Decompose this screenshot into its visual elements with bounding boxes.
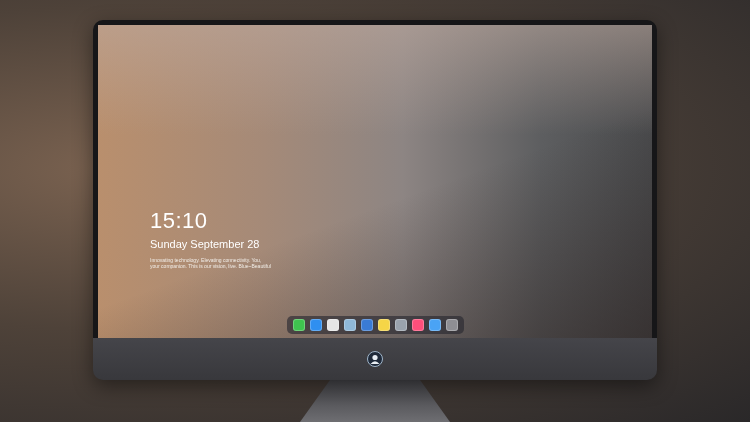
brand-logo-icon [367, 351, 383, 367]
app-icon[interactable] [327, 319, 339, 331]
app-icon[interactable] [310, 319, 322, 331]
app-icon[interactable] [378, 319, 390, 331]
date: Sunday September 28 [150, 237, 652, 251]
app-icon[interactable] [446, 319, 458, 331]
monitor: 15:10 Sunday September 28 Innovating techn… [93, 20, 657, 380]
app-icon[interactable] [429, 319, 441, 331]
app-icon[interactable] [293, 319, 305, 331]
tagline-line: your companion. This is our vision, live… [150, 263, 652, 269]
lock-screen: 15:10 Sunday September 28 Innovating techn… [98, 25, 652, 338]
lock-info: 15:10 Sunday September 28 Innovating techn… [98, 25, 652, 269]
tagline-line: Innovating technology. Elevating connect… [150, 257, 652, 263]
dock [287, 316, 464, 334]
monitor-stand [300, 380, 450, 422]
monitor-bezel: 15:10 Sunday September 28 Innovating techn… [93, 20, 657, 338]
app-icon[interactable] [412, 319, 424, 331]
clock: 15:10 [150, 208, 652, 234]
app-icon[interactable] [361, 319, 373, 331]
app-icon[interactable] [344, 319, 356, 331]
tagline: Innovating technology. Elevating connect… [150, 257, 652, 269]
desktop-mockup: 15:10 Sunday September 28 Innovating techn… [0, 0, 750, 422]
app-icon[interactable] [395, 319, 407, 331]
monitor-chin [93, 338, 657, 380]
